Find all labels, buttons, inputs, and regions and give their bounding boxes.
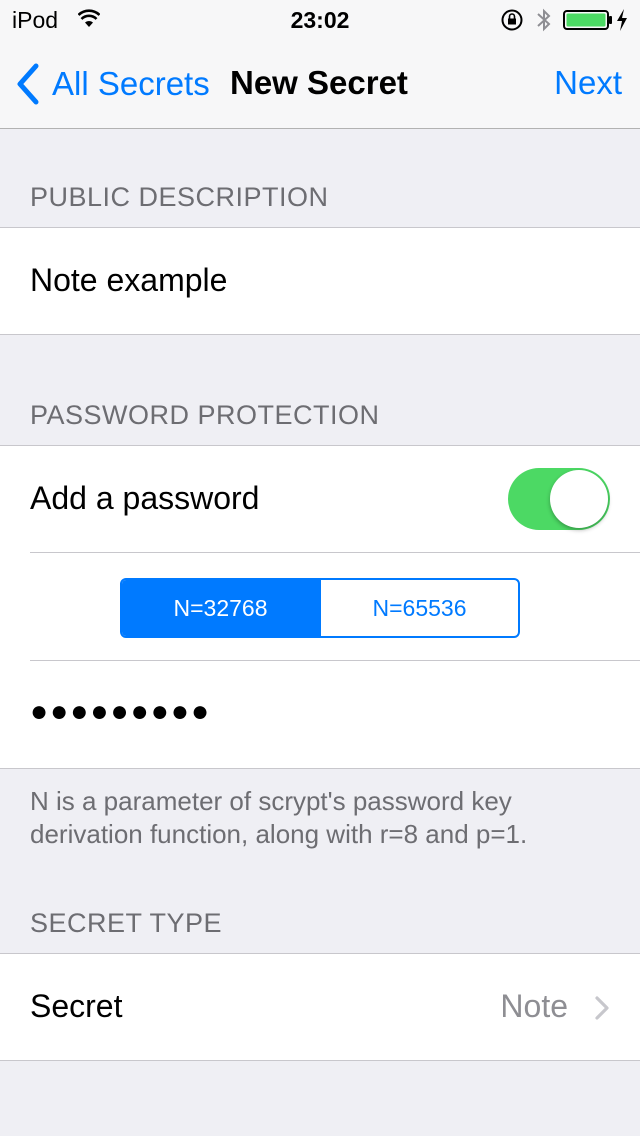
secret-type-cell[interactable]: Secret Note — [0, 954, 640, 1060]
charging-bolt-icon — [617, 9, 627, 31]
section-header-password-protection: PASSWORD PROTECTION — [30, 400, 380, 430]
segment-n-65536[interactable]: N=65536 — [319, 580, 518, 636]
password-field[interactable]: ●●●●●●●●● — [30, 695, 590, 729]
battery-icon — [563, 10, 612, 30]
scrypt-n-cell: N=32768 N=65536 — [0, 553, 640, 660]
public-description-field[interactable]: Note example — [30, 262, 227, 299]
back-button[interactable]: All Secrets — [14, 62, 210, 106]
add-password-label: Add a password — [30, 480, 260, 516]
secret-type-value: Note — [500, 988, 568, 1024]
next-button[interactable]: Next — [554, 64, 622, 102]
page-title: New Secret — [230, 64, 408, 101]
password-protection-group: Add a password N=32768 N=65536 ●●●●●●●●● — [0, 445, 640, 769]
public-description-group: Note example — [0, 227, 640, 335]
navigation-bar: All Secrets New Secret Next — [0, 40, 640, 129]
secret-type-group: Secret Note — [0, 953, 640, 1061]
chevron-left-icon — [17, 63, 39, 105]
section-header-secret-type: SECRET TYPE — [30, 908, 223, 938]
back-button-label: All Secrets — [52, 65, 210, 102]
scrypt-footer-note: N is a parameter of scrypt's password ke… — [30, 786, 528, 849]
toggle-knob — [550, 470, 608, 528]
secret-type-label: Secret — [30, 988, 123, 1024]
scrypt-n-segmented-control: N=32768 N=65536 — [120, 578, 520, 638]
add-password-toggle[interactable] — [508, 468, 610, 530]
segment-n-32768[interactable]: N=32768 — [122, 580, 319, 636]
public-description-cell[interactable]: Note example — [0, 228, 640, 334]
password-cell: ●●●●●●●●● — [0, 661, 640, 767]
rotation-lock-icon — [501, 9, 523, 31]
section-header-public-description: PUBLIC DESCRIPTION — [30, 182, 329, 212]
bluetooth-icon — [537, 8, 551, 32]
status-bar: iPod 23:02 — [0, 0, 640, 40]
chevron-right-icon — [595, 996, 609, 1020]
add-password-cell: Add a password — [0, 446, 640, 552]
